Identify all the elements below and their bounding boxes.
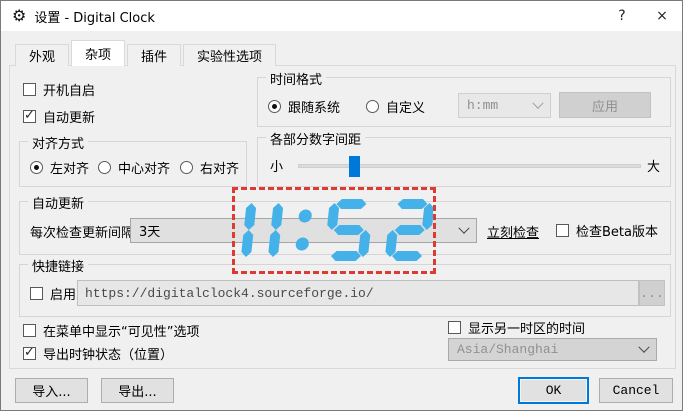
- settings-dialog: ⚙ 设置 - Digital Clock ? × 外观 杂项 插件 实验性选项 …: [0, 0, 683, 411]
- timezone-combo: Asia/Shanghai: [448, 338, 657, 361]
- cancel-button[interactable]: Cancel: [599, 378, 673, 403]
- close-button[interactable]: ×: [642, 1, 682, 31]
- tab-plugins[interactable]: 插件: [127, 44, 182, 66]
- align-right-label: 右对齐: [200, 162, 240, 177]
- autostart-label: 开机自启: [43, 84, 96, 99]
- autostart-checkbox[interactable]: 开机自启: [23, 80, 95, 99]
- time-format-group: 时间格式 跟随系统 自定义 h:mm 应用: [257, 69, 671, 127]
- check-beta-checkbox[interactable]: 检查Beta版本: [556, 221, 658, 240]
- interval-label: 每次检查更新间隔: [30, 226, 135, 241]
- autoupdate-checkbox[interactable]: 自动更新: [23, 107, 95, 126]
- spacing-small-label: 小: [270, 160, 284, 175]
- spacing-slider-track[interactable]: [298, 156, 641, 177]
- export-button[interactable]: 导出...: [101, 378, 174, 403]
- export-state-label: 导出时钟状态（位置）: [43, 348, 174, 363]
- show-visibility-checkbox[interactable]: 在菜单中显示“可见性”选项: [23, 321, 199, 340]
- autoupdate-label: 自动更新: [43, 111, 96, 126]
- timezone-combo-value: Asia/Shanghai: [457, 342, 559, 357]
- alignment-group-title: 对齐方式: [28, 133, 89, 152]
- format-combo: h:mm: [458, 93, 551, 118]
- radio-selected-icon: [30, 161, 43, 174]
- apply-button: 应用: [559, 92, 651, 118]
- radio-icon: [98, 161, 111, 174]
- spacing-group-title: 各部分数字间距: [266, 129, 366, 148]
- check-beta-label: 检查Beta版本: [576, 225, 658, 240]
- checkbox-icon: [556, 224, 569, 237]
- tab-experimental[interactable]: 实验性选项: [183, 44, 277, 66]
- chevron-down-icon: [532, 97, 544, 109]
- format-combo-value: h:mm: [467, 98, 499, 113]
- enable-link-checkbox[interactable]: 启用: [30, 284, 76, 303]
- alignment-group: 对齐方式 左对齐 中心对齐 右对齐: [19, 133, 247, 187]
- tab-misc[interactable]: 杂项: [71, 40, 126, 66]
- url-input: https://digitalclock4.sourceforge.io/: [77, 280, 639, 306]
- radio-icon: [366, 100, 379, 113]
- export-state-checkbox[interactable]: 导出时钟状态（位置）: [23, 344, 173, 363]
- ok-button[interactable]: OK: [518, 377, 589, 404]
- window-title: 设置 - Digital Clock: [34, 10, 155, 26]
- auto-update-group-title: 自动更新: [28, 193, 89, 212]
- gear-icon: ⚙: [12, 6, 27, 25]
- show-timezone-label: 显示另一时区的时间: [468, 322, 586, 337]
- checkbox-icon: [448, 321, 461, 334]
- tab-bar: 外观 杂项 插件 实验性选项: [15, 40, 278, 66]
- align-center-radio[interactable]: 中心对齐: [98, 158, 170, 177]
- checkbox-icon: [23, 83, 36, 96]
- clock-widget-overlay[interactable]: [232, 187, 436, 274]
- align-left-label: 左对齐: [50, 162, 90, 177]
- custom-format-radio[interactable]: 自定义: [366, 97, 425, 116]
- checkbox-checked-icon: [23, 345, 36, 360]
- browse-button: ...: [639, 280, 665, 306]
- checkbox-icon: [23, 324, 36, 337]
- time-format-group-title: 时间格式: [266, 69, 327, 88]
- clock-svg: [241, 199, 435, 261]
- spacing-group: 各部分数字间距 小 大: [257, 129, 671, 187]
- enable-link-label: 启用: [50, 288, 77, 303]
- align-right-radio[interactable]: 右对齐: [180, 158, 239, 177]
- show-timezone-checkbox[interactable]: 显示另一时区的时间: [448, 318, 585, 337]
- spacing-large-label: 大: [646, 160, 660, 175]
- custom-format-label: 自定义: [386, 101, 426, 116]
- show-visibility-label: 在菜单中显示“可见性”选项: [43, 325, 200, 340]
- radio-selected-icon: [268, 100, 281, 113]
- spacing-slider-handle[interactable]: [348, 156, 360, 177]
- checkbox-checked-icon: [23, 108, 36, 123]
- align-left-radio[interactable]: 左对齐: [30, 158, 89, 177]
- check-now-link[interactable]: 立刻检查: [487, 222, 539, 241]
- quick-link-group-title: 快捷链接: [28, 256, 89, 275]
- checkbox-icon: [30, 287, 43, 300]
- help-button[interactable]: ?: [602, 1, 642, 31]
- tab-appearance[interactable]: 外观: [15, 44, 70, 66]
- import-button[interactable]: 导入...: [15, 378, 88, 403]
- chevron-down-icon: [638, 341, 650, 353]
- interval-combo-value: 3天: [139, 225, 161, 240]
- chevron-down-icon: [458, 222, 470, 234]
- follow-system-radio[interactable]: 跟随系统: [268, 97, 340, 116]
- follow-system-label: 跟随系统: [288, 101, 341, 116]
- radio-icon: [180, 161, 193, 174]
- title-bar: ⚙ 设置 - Digital Clock ? ×: [1, 1, 682, 31]
- align-center-label: 中心对齐: [118, 162, 171, 177]
